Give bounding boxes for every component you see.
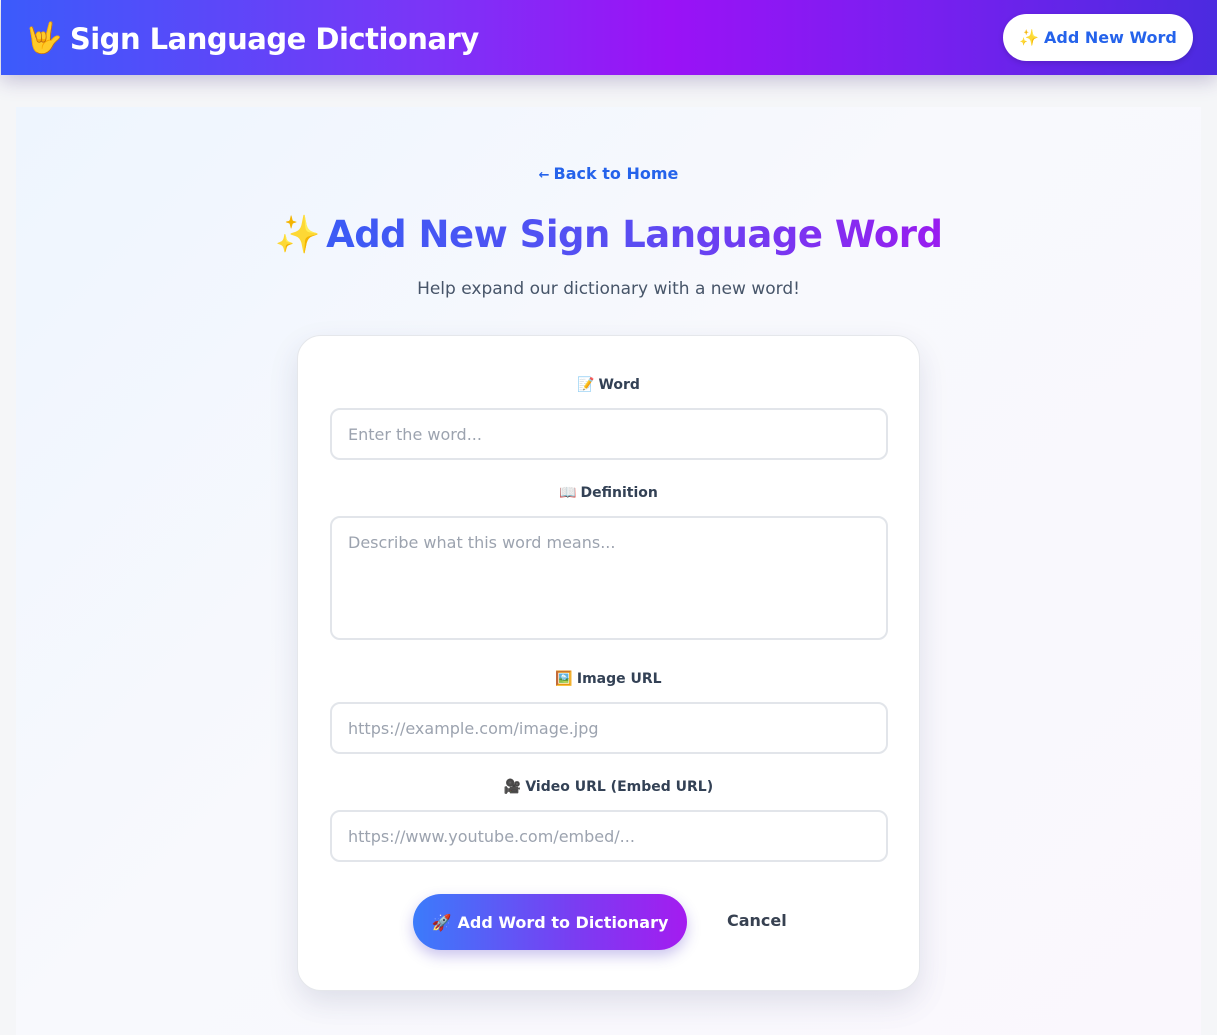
add-new-word-label: Add New Word [1044, 28, 1177, 47]
word-label-text: Word [598, 377, 640, 393]
open-book-icon: 📖 [559, 485, 577, 501]
navbar: 🤟 Sign Language Dictionary ✨ Add New Wor… [1, 0, 1217, 75]
back-to-home-link[interactable]: ← Back to Home [16, 164, 1201, 183]
cancel-button[interactable]: Cancel [727, 911, 787, 930]
sign-hand-icon: 🤟 [25, 21, 62, 56]
memo-icon: 📝 [577, 377, 595, 393]
page-title: ✨ Add New Sign Language Word [16, 213, 1201, 257]
video-url-label-text: Video URL (Embed URL) [525, 779, 714, 795]
sparkles-icon: ✨ [274, 213, 321, 256]
add-word-form: 📝Word 📖Definition 🖼️Image URL 🎥Video URL… [297, 335, 920, 991]
add-word-submit-button[interactable]: 🚀 Add Word to Dictionary [413, 894, 687, 950]
brand-title: Sign Language Dictionary [69, 21, 479, 56]
rocket-icon: 🚀 [431, 912, 452, 932]
video-camera-icon: 🎥 [503, 779, 522, 795]
sparkles-icon: ✨ [1019, 28, 1040, 47]
word-field-label: 📝 Word [298, 377, 919, 393]
framed-picture-icon: 🖼️ [555, 671, 573, 687]
definition-textarea[interactable] [330, 516, 888, 640]
image-url-field-label: 🖼️ Image URL [298, 671, 919, 687]
add-word-submit-label: Add Word to Dictionary [457, 912, 669, 932]
brand[interactable]: 🤟 Sign Language Dictionary [25, 21, 479, 56]
main-content: ← Back to Home ✨ Add New Sign Language Wor… [16, 107, 1201, 1035]
definition-field-label: 📖 Definition [298, 485, 919, 501]
page-subtitle: Help expand our dictionary with a new wo… [417, 279, 800, 299]
page-title-text: Add New Sign Language Word [326, 213, 943, 256]
word-input[interactable] [330, 408, 888, 460]
back-to-home-label: Back to Home [553, 164, 679, 183]
arrow-left-icon: ← [538, 168, 550, 183]
image-url-input[interactable] [330, 702, 888, 754]
image-url-label-text: Image URL [576, 671, 662, 687]
video-url-field-label: 🎥 Video URL (Embed URL) [298, 779, 919, 795]
video-url-input[interactable] [330, 810, 888, 862]
add-new-word-button[interactable]: ✨ Add New Word [1003, 14, 1193, 61]
definition-label-text: Definition [580, 485, 658, 501]
